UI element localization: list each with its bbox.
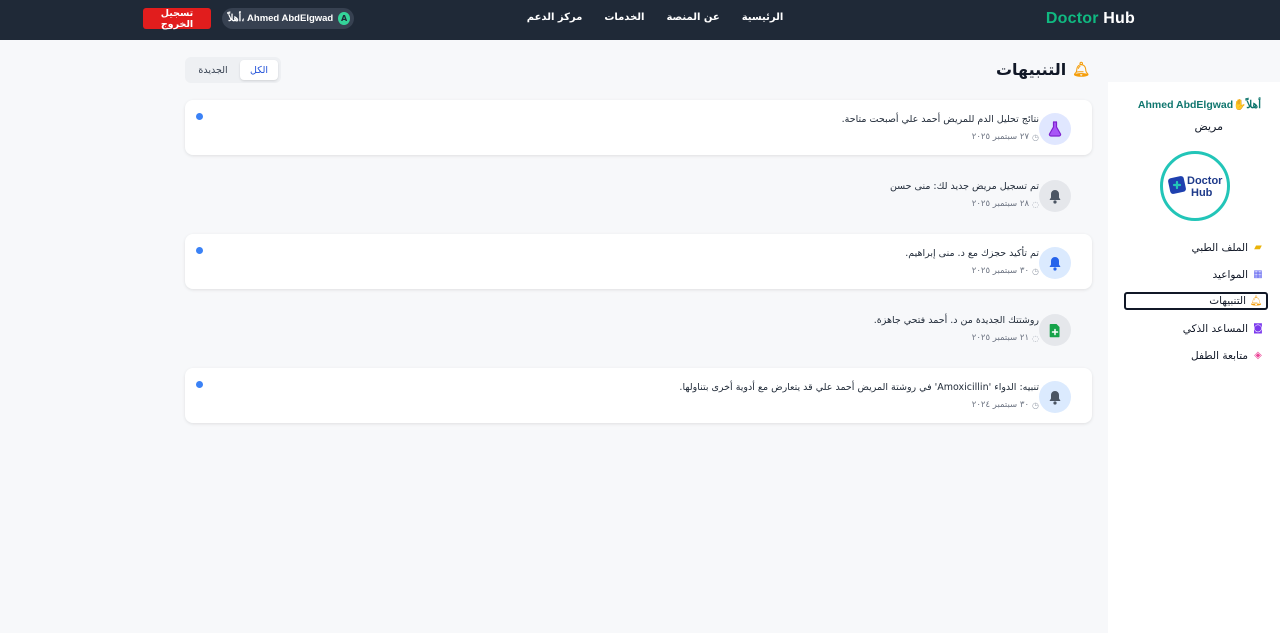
sidebar-greeting: أهلاً✋Ahmed AbdElgwad (1138, 98, 1261, 111)
check-circle-icon: ◌ (1032, 333, 1039, 343)
notification-text: تم تسجيل مريض جديد لك: منى حسن (889, 181, 1039, 192)
sidebar-menu: الملف الطبي ▰ المواعيد ▦ التنبيهات 🔔︎ ال… (1124, 234, 1268, 369)
prescription-icon (1049, 323, 1060, 337)
notification-icon-wrapper (1039, 247, 1071, 279)
sidebar-item-label: متابعة الطفل (1191, 349, 1248, 362)
flask-icon (1048, 121, 1062, 137)
top-navbar: Doctor Hub الرئيسية عن المنصة الخدمات مر… (0, 0, 1280, 40)
notification-date: ٣٠ سبتمبر ٢٠٢٤ (971, 400, 1030, 410)
bell-icon: 🔔︎ (1072, 61, 1090, 78)
page-title-text: التنبيهات (995, 60, 1067, 79)
filter-tabs: الجديدة الكل (185, 57, 281, 83)
bell-icon (1049, 390, 1061, 405)
notification-item[interactable]: روشتتك الجديدة من د. أحمد فتحي جاهزة. ◌ … (185, 301, 1092, 356)
tab-new[interactable]: الجديدة (188, 60, 238, 80)
nav-support[interactable]: مركز الدعم (527, 12, 583, 28)
sidebar-logo: Doctor Hub (1160, 151, 1230, 221)
sidebar-item-label: المساعد الذكي (1182, 322, 1248, 335)
avatar: A (338, 12, 350, 25)
clock-icon: ◷ (1032, 400, 1039, 410)
sidebar-item-label: الملف الطبي (1191, 241, 1248, 254)
unread-dot (196, 247, 203, 254)
doctor-hub-logo-icon: Doctor Hub (1168, 175, 1223, 199)
notification-time: ◷ ٣٠ سبتمبر ٢٠٢٥ (972, 266, 1039, 276)
user-greeting-pill[interactable]: أهلاً، Ahmed AbdElgwad A (222, 8, 354, 29)
page-title: 🔔︎ التنبيهات (996, 60, 1090, 79)
sidebar-item-child-tracking[interactable]: متابعة الطفل ◈ (1124, 342, 1268, 369)
notification-item[interactable]: نتائج تحليل الدم للمريض أحمد علي أصبحت م… (185, 100, 1092, 155)
nav-home[interactable]: الرئيسية (742, 12, 784, 28)
wave-hand-icon: ✋ (1233, 99, 1247, 111)
sidebar-user-role: مريض (1194, 120, 1224, 133)
unread-dot (196, 113, 203, 120)
logo-text-hub: Hub (1191, 187, 1213, 199)
notifications-list: نتائج تحليل الدم للمريض أحمد علي أصبحت م… (185, 100, 1092, 435)
clock-icon: ◷ (1032, 266, 1039, 276)
bell-icon (1049, 189, 1061, 204)
pacifier-icon: ◈ (1254, 350, 1262, 361)
sidebar-greeting-prefix: أهلاً (1246, 99, 1261, 111)
notification-date: ٢٨ سبتمبر ٢٠٢٥ (971, 199, 1030, 209)
bell-icon (1049, 256, 1061, 271)
notification-icon-wrapper (1039, 180, 1071, 212)
notification-text: تم تأكيد حجزك مع د. منى إبراهيم. (905, 248, 1039, 259)
notification-item[interactable]: تم تسجيل مريض جديد لك: منى حسن ◌ ٢٨ سبتم… (185, 167, 1092, 222)
sidebar-item-medical-file[interactable]: الملف الطبي ▰ (1124, 234, 1268, 261)
notification-time: ◌ ٢٨ سبتمبر ٢٠٢٥ (972, 199, 1039, 209)
notification-time: ◷ ٣٠ سبتمبر ٢٠٢٤ (972, 400, 1039, 410)
sidebar: أهلاً✋Ahmed AbdElgwad مريض Doctor Hub ال… (1108, 82, 1280, 633)
notification-text: روشتتك الجديدة من د. أحمد فتحي جاهزة. (873, 315, 1039, 326)
unread-dot (196, 381, 203, 388)
sidebar-item-ai-assistant[interactable]: المساعد الذكي ◙ (1124, 315, 1268, 342)
calendar-icon: ▦ (1253, 269, 1263, 280)
sidebar-user-name: Ahmed AbdElgwad (1137, 99, 1234, 111)
user-greeting-text: أهلاً، Ahmed AbdElgwad (228, 13, 334, 24)
notification-icon-wrapper (1039, 113, 1071, 145)
notification-icon-wrapper (1039, 381, 1071, 413)
check-circle-icon: ◌ (1032, 199, 1039, 209)
notification-item[interactable]: تم تأكيد حجزك مع د. منى إبراهيم. ◷ ٣٠ سب… (185, 234, 1092, 289)
folder-icon: ▰ (1254, 242, 1262, 253)
robot-icon: ◙ (1253, 323, 1263, 334)
notification-text: تنبيه: الدواء 'Amoxicillin' في روشتة الم… (679, 382, 1039, 393)
tab-all[interactable]: الكل (240, 60, 278, 80)
nav-about[interactable]: عن المنصة (666, 12, 719, 28)
sidebar-item-label: المواعيد (1212, 268, 1248, 281)
notification-text: نتائج تحليل الدم للمريض أحمد علي أصبحت م… (841, 114, 1039, 125)
sidebar-item-label: التنبيهات (1209, 295, 1246, 307)
sidebar-item-notifications[interactable]: التنبيهات 🔔︎ (1124, 292, 1268, 310)
notification-date: ٣٠ سبتمبر ٢٠٢٥ (971, 266, 1030, 276)
notification-date: ٢١ سبتمبر ٢٠٢٥ (971, 333, 1030, 343)
notification-time: ◷ ٢٧ سبتمبر ٢٠٢٥ (972, 132, 1039, 142)
nav-services[interactable]: الخدمات (604, 12, 644, 28)
notification-item[interactable]: تنبيه: الدواء 'Amoxicillin' في روشتة الم… (185, 368, 1092, 423)
notification-date: ٢٧ سبتمبر ٢٠٢٥ (971, 132, 1030, 142)
notification-time: ◌ ٢١ سبتمبر ٢٠٢٥ (972, 333, 1039, 343)
sidebar-item-appointments[interactable]: المواعيد ▦ (1124, 261, 1268, 288)
bell-icon: 🔔︎ (1249, 295, 1263, 307)
logo-text-doctor: Doctor (1187, 175, 1223, 187)
clock-icon: ◷ (1032, 132, 1039, 142)
logout-button[interactable]: تسجيل الخروج (143, 8, 211, 30)
notification-icon-wrapper (1039, 314, 1071, 346)
